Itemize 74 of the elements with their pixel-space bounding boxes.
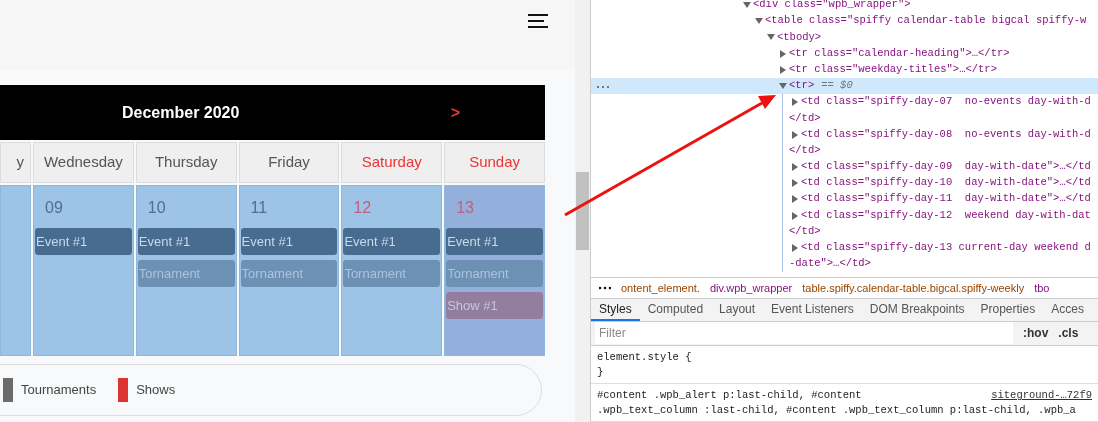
html-tag[interactable]: <tr class="calendar-heading">…</tr>	[789, 45, 1010, 62]
event-chip[interactable]: Event #1	[343, 228, 441, 255]
weekday-header: Thursday	[135, 142, 237, 183]
html-tag[interactable]: <td class="spiffy-day-08 no-events day-with-d	[801, 126, 1091, 143]
next-month-link[interactable]: >	[450, 100, 460, 125]
style-toggle-button[interactable]: :hov	[1023, 324, 1049, 343]
css-rule-text: #content .wpb_alert p:last-child, #content	[597, 388, 862, 403]
expand-triangle-icon[interactable]	[779, 65, 787, 74]
html-tag[interactable]: </td>	[789, 223, 821, 240]
event-chip[interactable]: Event #1	[240, 228, 338, 255]
devtools-tab[interactable]: Event Listeners	[763, 299, 862, 321]
expand-triangle-icon[interactable]	[791, 243, 799, 252]
collapse-triangle-icon[interactable]	[767, 33, 775, 42]
expand-triangle-icon[interactable]	[791, 179, 799, 188]
more-icon[interactable]	[599, 286, 611, 290]
html-tag[interactable]: -date">…</td>	[789, 256, 871, 272]
scrollbar-thumb[interactable]	[576, 172, 589, 250]
html-tag[interactable]: <td class="spiffy-day-09 day-with-date">…</td	[801, 159, 1091, 175]
event-chip[interactable]: Event #1	[35, 228, 132, 255]
breadcrumb-link[interactable]: tbo	[1034, 279, 1050, 297]
scrollbar[interactable]	[575, 0, 590, 422]
collapse-triangle-icon[interactable]	[779, 82, 787, 91]
css-rule-text: }	[597, 365, 604, 380]
expand-triangle-icon[interactable]	[791, 98, 799, 107]
devtools-tab[interactable]: Acces	[1043, 299, 1092, 321]
selected-marker: == $0	[821, 78, 853, 94]
html-tag[interactable]: <table class="spiffy calendar-table bigcal spiffy-w	[765, 13, 1087, 30]
breadcrumb-link[interactable]: ontent_element.	[621, 279, 700, 297]
expand-triangle-icon[interactable]	[791, 195, 799, 204]
weekday-header: Wednesday	[33, 142, 134, 183]
weekday-header: Saturday	[341, 142, 443, 183]
devtools-tab[interactable]: Computed	[639, 299, 712, 321]
html-tag[interactable]: <td class="spiffy-day-11 day-with-date">…</td	[801, 191, 1091, 208]
html-tag[interactable]: <div class="wpb_wrapper">	[753, 0, 911, 13]
weekday-header: y	[0, 142, 31, 183]
html-tag[interactable]: <td class="spiffy-day-10 day-with-date">…</td	[801, 175, 1091, 192]
html-tag[interactable]: </td>	[789, 110, 821, 127]
html-tag[interactable]: <td class="spiffy-day-07 no-events day-with-d	[801, 94, 1091, 111]
legend-label: Shows	[136, 381, 176, 400]
breadcrumb-link[interactable]: table.spiffy.calendar-table.bigcal.spiffy-weekly	[802, 279, 1025, 297]
month-title: December 2020	[122, 102, 240, 123]
day-number: 12	[353, 198, 372, 218]
day-number: 09	[45, 198, 63, 218]
collapse-triangle-icon[interactable]	[743, 1, 751, 10]
expand-triangle-icon[interactable]	[791, 211, 799, 220]
event-chip[interactable]: Event #1	[446, 228, 543, 255]
html-tag[interactable]: </td>	[789, 142, 821, 159]
devtools-tab[interactable]: Layout	[711, 299, 764, 321]
devtools-tab[interactable]: Styles	[591, 299, 640, 321]
collapse-triangle-icon[interactable]	[755, 17, 763, 26]
html-tag[interactable]: <tr class="weekday-titles">…</tr>	[789, 61, 997, 78]
html-tag[interactable]: <td class="spiffy-day-13 current-day weekend d	[801, 240, 1091, 256]
filter-field[interactable]: Filter	[595, 322, 1013, 345]
breadcrumb-link[interactable]: div.wpb_wrapper	[709, 279, 793, 297]
day-number: 13	[456, 198, 474, 218]
css-rule-text: element.style {	[597, 350, 692, 365]
html-tag[interactable]: <tr>	[789, 78, 815, 94]
source-link[interactable]: siteground-…72f9	[991, 388, 1092, 403]
html-tag[interactable]: <tbody>	[777, 29, 822, 46]
css-rule-text: .wpb_text_column :last-child, #content .wpb_text_column p:last-child, .wpb_a	[597, 403, 1076, 418]
devtools-tab[interactable]: Properties	[972, 299, 1044, 321]
devtools-tab[interactable]: DOM Breakpoints	[861, 299, 973, 321]
html-tag[interactable]: <td class="spiffy-day-12 weekend day-with-dat	[801, 207, 1091, 224]
expand-triangle-icon[interactable]	[791, 130, 799, 139]
weekday-header: Sunday	[444, 142, 545, 183]
day-number: 11	[250, 198, 268, 218]
weekday-header: Friday	[238, 142, 340, 183]
expand-triangle-icon[interactable]	[779, 49, 787, 58]
legend-label: Tournaments	[21, 381, 97, 400]
menu-icon[interactable]	[528, 13, 548, 29]
style-toggle-button[interactable]: .cls	[1058, 324, 1079, 343]
expand-triangle-icon[interactable]	[791, 162, 799, 171]
event-chip[interactable]: Event #1	[137, 228, 235, 255]
day-number: 10	[147, 198, 166, 218]
